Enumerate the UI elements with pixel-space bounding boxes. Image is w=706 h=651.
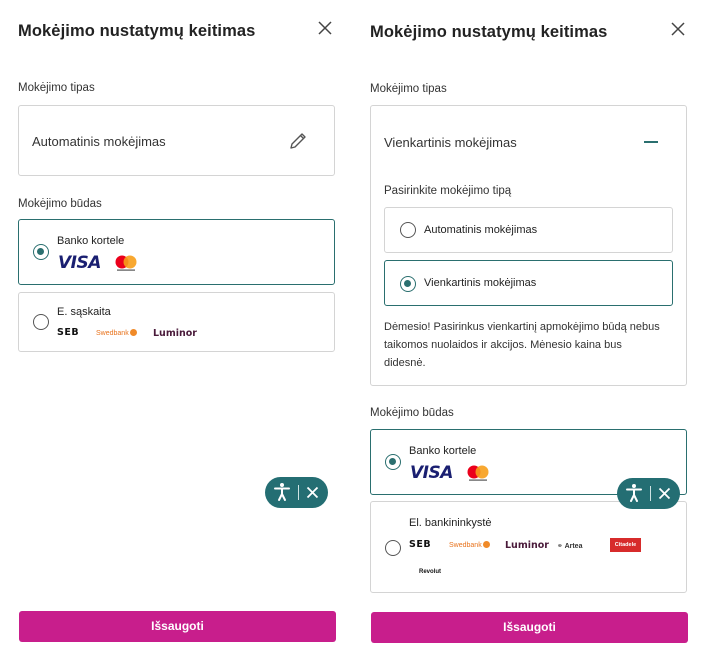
payment-type-value: Automatinis mokėjimas: [32, 134, 166, 149]
save-button[interactable]: Išsaugoti: [371, 612, 688, 643]
mastercard-logo: [115, 255, 137, 271]
widget-divider: [650, 486, 651, 501]
warning-line: taikomos nuolaidos ir akcijos. Mėnesio k…: [384, 339, 622, 351]
radio-ebank[interactable]: [385, 540, 401, 556]
payment-settings-panel-left: Mokėjimo nustatymų keitimas Mokėjimo tip…: [0, 0, 353, 651]
type-option-one-time[interactable]: Vienkartinis mokėjimas: [384, 260, 673, 306]
radio-one-time[interactable]: [400, 276, 416, 292]
artea-logo: ⚭ Artea: [557, 543, 583, 550]
close-icon[interactable]: [318, 21, 334, 37]
visa-logo: VISA: [410, 463, 453, 483]
payment-method-label: Mokėjimo būdas: [370, 407, 454, 419]
page-title: Mokėjimo nustatymų keitimas: [18, 22, 256, 40]
option-label-ebank: E. sąskaita: [57, 306, 111, 318]
swedbank-logo: Swedbank: [96, 329, 137, 337]
seb-logo: SEB: [57, 327, 80, 338]
close-icon[interactable]: [671, 22, 687, 38]
accessibility-icon[interactable]: [272, 482, 292, 502]
widget-divider: [298, 485, 299, 500]
payment-option-ebank[interactable]: E. sąskaita SEB Swedbank Luminor: [18, 292, 335, 352]
radio-card[interactable]: [33, 244, 49, 260]
mastercard-logo: [467, 465, 489, 481]
option-label-card: Banko kortele: [409, 445, 477, 457]
payment-type-label: Mokėjimo tipas: [18, 82, 95, 94]
option-label-card: Banko kortele: [57, 235, 125, 247]
warning-line: Dėmesio! Pasirinkus vienkartinį apmokėji…: [384, 321, 660, 333]
luminor-logo: Luminor: [153, 328, 197, 339]
type-option-automatic[interactable]: Automatinis mokėjimas: [384, 207, 673, 253]
accessibility-widget[interactable]: [617, 478, 680, 509]
save-button[interactable]: Išsaugoti: [19, 611, 336, 642]
swedbank-logo: Swedbank: [449, 541, 490, 549]
payment-type-label: Mokėjimo tipas: [370, 83, 447, 95]
close-icon[interactable]: [306, 486, 319, 499]
payment-option-ebank[interactable]: El. bankininkystė SEB Swedbank Luminor ⚭…: [370, 501, 687, 593]
payment-type-box[interactable]: Automatinis mokėjimas: [18, 105, 335, 176]
payment-settings-panel-right: Mokėjimo nustatymų keitimas Mokėjimo tip…: [353, 0, 706, 651]
radio-ebank[interactable]: [33, 314, 49, 330]
payment-type-box: Vienkartinis mokėjimas Pasirinkite mokėj…: [370, 105, 687, 386]
warning-line: didesnė.: [384, 357, 426, 369]
payment-method-label: Mokėjimo būdas: [18, 198, 102, 210]
option-label-ebank: El. bankininkystė: [409, 517, 492, 529]
payment-type-value: Vienkartinis mokėjimas: [384, 135, 517, 150]
choose-type-label: Pasirinkite mokėjimo tipą: [384, 185, 512, 197]
radio-card[interactable]: [385, 454, 401, 470]
edit-icon[interactable]: [288, 131, 308, 151]
option-label-one-time: Vienkartinis mokėjimas: [424, 277, 537, 289]
accessibility-icon[interactable]: [624, 483, 644, 503]
one-time-warning: Dėmesio! Pasirinkus vienkartinį apmokėji…: [384, 318, 660, 372]
seb-logo: SEB: [409, 539, 432, 550]
luminor-logo: Luminor: [505, 540, 549, 551]
close-icon[interactable]: [658, 487, 671, 500]
revolut-logo: Revolut: [419, 569, 442, 575]
payment-option-card[interactable]: Banko kortele VISA: [18, 219, 335, 285]
citadele-logo: Citadele: [610, 538, 641, 552]
visa-logo: VISA: [58, 253, 101, 273]
option-label-automatic: Automatinis mokėjimas: [424, 224, 538, 236]
page-title: Mokėjimo nustatymų keitimas: [370, 23, 608, 41]
accessibility-widget[interactable]: [265, 477, 328, 508]
radio-automatic[interactable]: [400, 222, 416, 238]
minus-icon[interactable]: [644, 141, 658, 143]
